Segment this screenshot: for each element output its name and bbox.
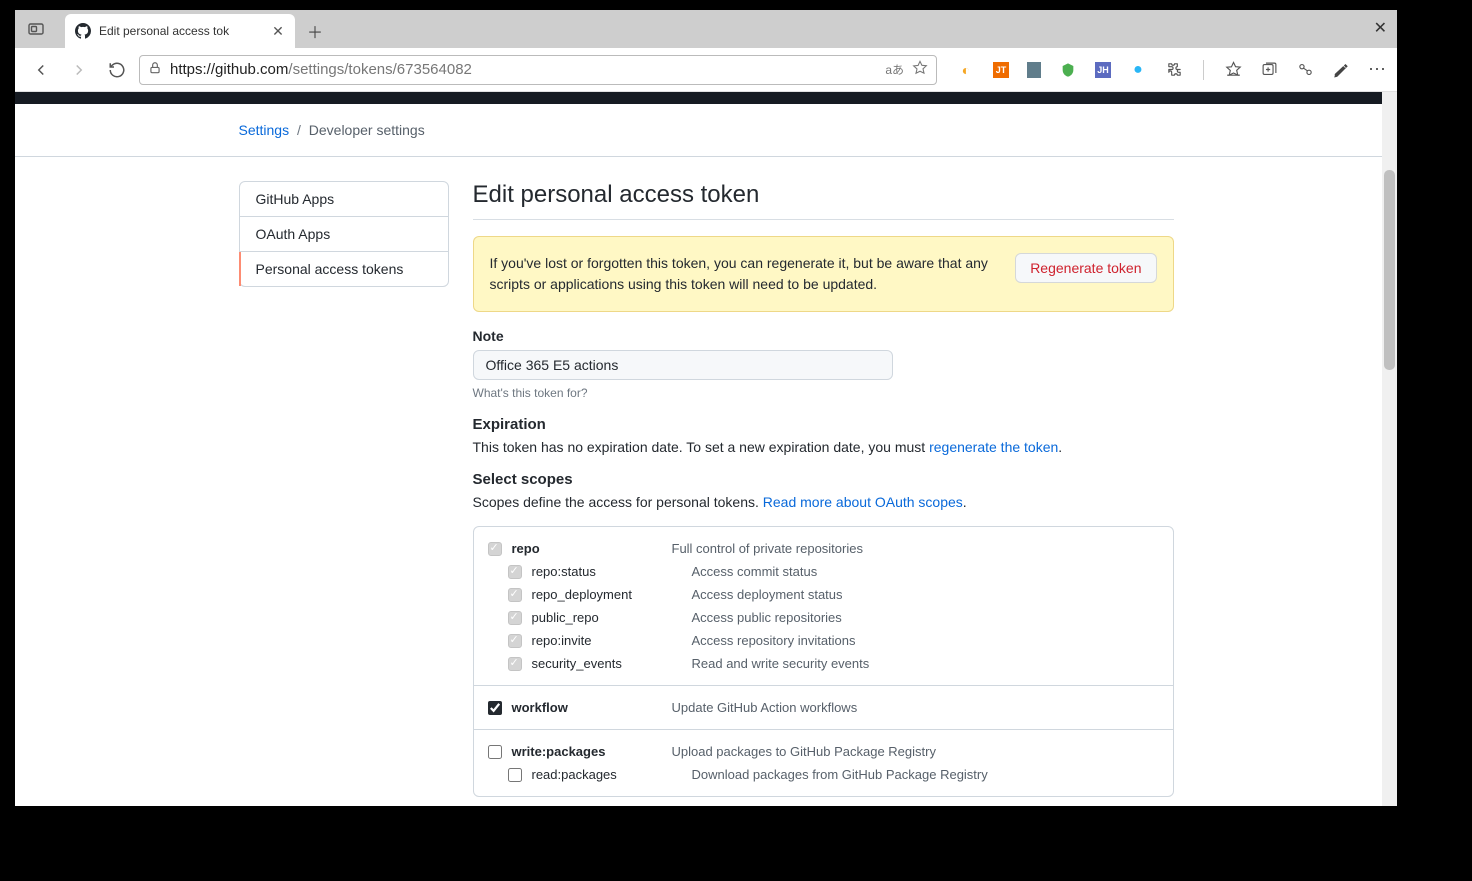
scope-description: Access deployment status — [692, 587, 843, 602]
breadcrumb: Settings / Developer settings — [239, 122, 1174, 138]
sidebar-item-oauth-apps[interactable]: OAuth Apps — [240, 217, 448, 252]
url-input[interactable]: https://github.com/settings/tokens/67356… — [139, 55, 937, 85]
favorites-bar-icon[interactable] — [1224, 61, 1242, 79]
scopes-table: repoFull control of private repositories… — [473, 526, 1174, 797]
scope-row: security_eventsRead and write security e… — [488, 652, 1159, 675]
scope-checkbox[interactable] — [488, 701, 502, 715]
back-button[interactable] — [25, 54, 57, 86]
scope-name: repo — [512, 541, 672, 556]
note-hint: What's this token for? — [473, 386, 1174, 400]
scope-name: repo:invite — [532, 633, 692, 648]
regenerate-token-button[interactable]: Regenerate token — [1015, 253, 1156, 283]
address-bar: https://github.com/settings/tokens/67356… — [15, 48, 1397, 92]
page-title: Edit personal access token — [473, 181, 1174, 220]
breadcrumb-developer-settings: Developer settings — [309, 122, 425, 138]
browser-tab-strip: Edit personal access tok ✕ ＋ ✕ — [15, 10, 1397, 48]
browser-tab[interactable]: Edit personal access tok ✕ — [65, 14, 295, 48]
lock-icon — [148, 61, 162, 78]
regenerate-flash: If you've lost or forgotten this token, … — [473, 236, 1174, 312]
extensions-icon[interactable] — [1165, 61, 1183, 79]
expiration-text: This token has no expiration date. To se… — [473, 439, 1174, 455]
scope-checkbox — [508, 611, 522, 625]
breadcrumb-settings[interactable]: Settings — [239, 122, 290, 138]
ext-icon-3[interactable] — [1027, 62, 1041, 78]
scope-name: public_repo — [532, 610, 692, 625]
scope-row: repo_deploymentAccess deployment status — [488, 583, 1159, 606]
github-icon — [75, 23, 91, 39]
refresh-button[interactable] — [101, 54, 133, 86]
ext-icon-9[interactable] — [1296, 61, 1314, 79]
scope-row: write:packagesUpload packages to GitHub … — [488, 740, 1159, 763]
sidebar-menu: GitHub Apps OAuth Apps Personal access t… — [239, 181, 449, 287]
oauth-scopes-link[interactable]: Read more about OAuth scopes — [763, 494, 963, 510]
note-input[interactable] — [473, 350, 893, 380]
scope-name: repo:status — [532, 564, 692, 579]
ext-icon-4[interactable] — [1059, 61, 1077, 79]
scope-row: repo:inviteAccess repository invitations — [488, 629, 1159, 652]
scope-name: read:packages — [532, 767, 692, 782]
scope-checkbox — [488, 542, 502, 556]
scope-checkbox[interactable] — [488, 745, 502, 759]
scope-name: write:packages — [512, 744, 672, 759]
scope-row: repoFull control of private repositories — [488, 537, 1159, 560]
new-tab-button[interactable]: ＋ — [301, 17, 329, 45]
expiration-label: Expiration — [473, 416, 1174, 433]
favorite-icon[interactable] — [912, 60, 928, 79]
ext-icon-2[interactable]: JT — [993, 62, 1009, 78]
scope-group: write:packagesUpload packages to GitHub … — [474, 730, 1173, 796]
url-text: https://github.com/settings/tokens/67356… — [170, 61, 472, 78]
scope-description: Full control of private repositories — [672, 541, 863, 556]
scope-row: workflowUpdate GitHub Action workflows — [488, 696, 1159, 719]
tab-actions-icon[interactable] — [15, 10, 57, 48]
select-scopes-label: Select scopes — [473, 471, 1174, 488]
scope-description: Access commit status — [692, 564, 818, 579]
scope-checkbox — [508, 657, 522, 671]
ext-icon-5[interactable]: JH — [1095, 62, 1111, 78]
close-tab-icon[interactable]: ✕ — [271, 24, 285, 38]
scope-description: Access public repositories — [692, 610, 842, 625]
flash-text: If you've lost or forgotten this token, … — [490, 253, 1000, 295]
scope-description: Upload packages to GitHub Package Regist… — [672, 744, 936, 759]
scope-group: workflowUpdate GitHub Action workflows — [474, 686, 1173, 730]
sidebar-item-personal-access-tokens[interactable]: Personal access tokens — [240, 252, 448, 286]
browser-menu-icon[interactable]: ⋯ — [1368, 59, 1387, 80]
forward-button[interactable] — [63, 54, 95, 86]
scope-group: repoFull control of private repositories… — [474, 527, 1173, 686]
scope-description: Access repository invitations — [692, 633, 856, 648]
collections-icon[interactable] — [1260, 61, 1278, 79]
scope-checkbox[interactable] — [508, 768, 522, 782]
scope-checkbox — [508, 565, 522, 579]
scope-description: Read and write security events — [692, 656, 870, 671]
scopes-description: Scopes define the access for personal to… — [473, 494, 1174, 510]
scrollbar-thumb[interactable] — [1384, 170, 1395, 370]
github-header-bar — [15, 92, 1397, 104]
note-label: Note — [473, 328, 1174, 344]
scope-checkbox — [508, 588, 522, 602]
translate-icon[interactable]: aあ — [885, 61, 904, 78]
scope-description: Update GitHub Action workflows — [672, 700, 858, 715]
scope-description: Download packages from GitHub Package Re… — [692, 767, 988, 782]
extensions-row: ◐ JT JH ● ⋯ — [943, 59, 1387, 80]
scope-checkbox — [508, 634, 522, 648]
scope-row: read:packagesDownload packages from GitH… — [488, 763, 1159, 786]
window-close-icon[interactable]: ✕ — [1374, 18, 1387, 38]
ext-icon-6[interactable]: ● — [1129, 61, 1147, 79]
scope-row: repo:statusAccess commit status — [488, 560, 1159, 583]
scope-name: repo_deployment — [532, 587, 692, 602]
scope-name: workflow — [512, 700, 672, 715]
scrollbar-track[interactable] — [1382, 92, 1397, 806]
tab-title: Edit personal access tok — [99, 24, 263, 38]
scope-row: public_repoAccess public repositories — [488, 606, 1159, 629]
ext-icon-1[interactable]: ◐ — [957, 61, 975, 79]
page-content: Settings / Developer settings GitHub App… — [15, 92, 1397, 806]
ext-icon-10[interactable] — [1332, 61, 1350, 79]
scope-name: security_events — [532, 656, 692, 671]
sidebar-item-github-apps[interactable]: GitHub Apps — [240, 182, 448, 217]
regenerate-token-link[interactable]: regenerate the token — [929, 439, 1058, 455]
